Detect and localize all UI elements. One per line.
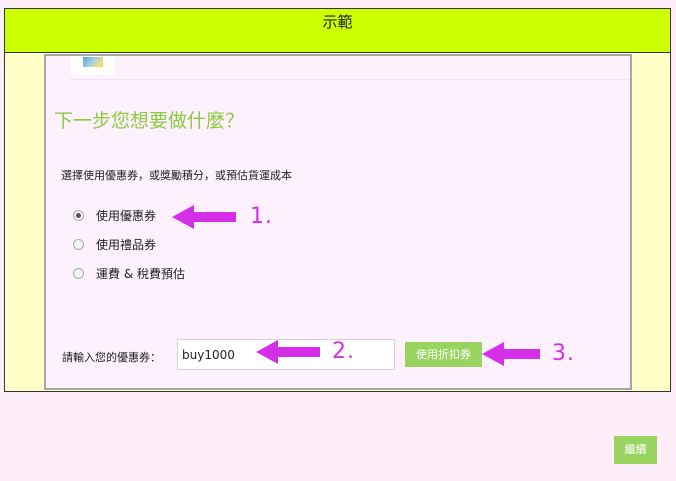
option-label-shipping-estimate[interactable]: 運費 & 稅費預估 [96, 267, 185, 281]
page-header: 示範 [5, 9, 670, 53]
option-label-use-voucher[interactable]: 使用禮品券 [96, 238, 156, 252]
coupon-label: 請輸入您的優惠券： [62, 351, 161, 364]
instruction-text: 選擇使用優惠券，或獎勵積分，或預估貨運成本 [61, 169, 292, 182]
radio-shipping-estimate[interactable] [73, 268, 84, 279]
continue-button[interactable]: 繼續 [614, 436, 657, 464]
annotation-arrow-1 [172, 205, 236, 229]
annotation-arrow-3 [482, 342, 540, 366]
demo-frame: 示範 下一步您想要做什麼？ 選擇使用優惠券，或獎勵積分，或預估貨運成本 使用優惠… [4, 8, 671, 392]
page-header-title: 示範 [322, 13, 353, 31]
product-image [83, 57, 103, 67]
annotation-step-3: 3. [552, 341, 575, 366]
annotation-step-1: 1. [250, 204, 273, 229]
divider [71, 79, 630, 80]
annotation-arrow-2 [256, 340, 320, 364]
radio-use-coupon[interactable] [73, 210, 84, 221]
product-thumbnail [71, 56, 115, 75]
option-label-use-coupon[interactable]: 使用優惠券 [96, 209, 156, 223]
next-step-heading: 下一步您想要做什麼？ [54, 110, 245, 132]
radio-use-voucher[interactable] [73, 239, 84, 250]
annotation-step-2: 2. [332, 339, 355, 364]
apply-coupon-button[interactable]: 使用折扣券 [405, 342, 482, 367]
